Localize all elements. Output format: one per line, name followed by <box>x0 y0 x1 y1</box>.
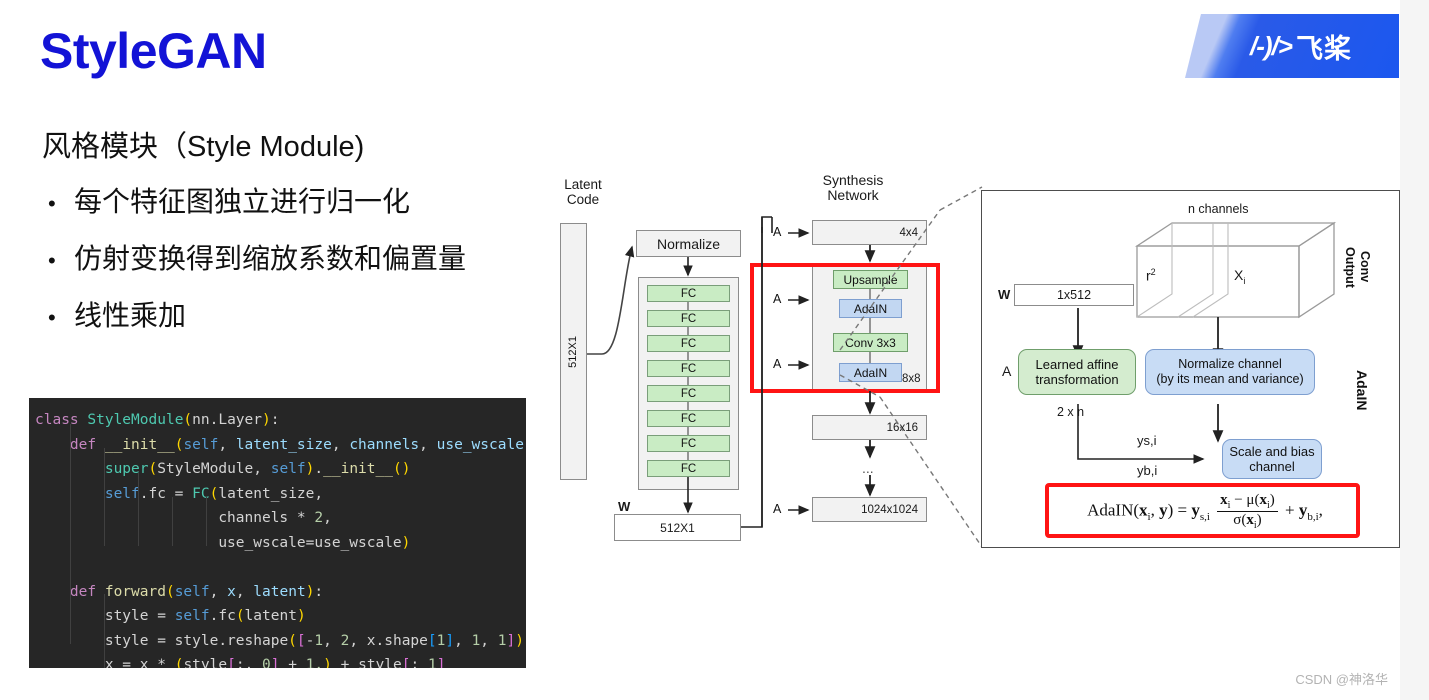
code-line: super(StyleModule, self).__init__() <box>104 461 411 477</box>
conv-output-label: Conv Output <box>1343 246 1372 288</box>
code-line: self.fc = FC(latent_size, <box>104 485 324 502</box>
code-line: def __init__(self, latent_size, channels… <box>69 436 526 453</box>
w-prime-label: W <box>998 287 1011 302</box>
slide-canvas: StyleGAN /-)/> 飞桨 风格模块（Style Module) • 每… <box>0 0 1400 700</box>
code-line: x = x * (style[:, 0] + 1.) + style[: 1] <box>104 657 446 668</box>
code-block: class StyleModule(nn.Layer): def __init_… <box>29 398 526 668</box>
a-label: A <box>1002 363 1012 379</box>
code-line: channels * 2, <box>218 510 332 526</box>
bullet-marker-icon: • <box>48 191 56 216</box>
page-title: StyleGAN <box>40 23 267 79</box>
watermark: CSDN @神洛华 <box>1295 672 1388 687</box>
adain-detail-panel: n channels r2 Xi Conv Output AdaIN W 1x5… <box>981 190 1400 548</box>
code-line: class StyleModule(nn.Layer): <box>35 412 280 428</box>
code-line: def forward(self, x, latent): <box>69 583 324 600</box>
scale-bias-box: Scale and bias channel <box>1222 439 1322 479</box>
yb-label: yb,i <box>1137 463 1158 478</box>
bullet-item: • 线性乘加 <box>48 294 186 334</box>
bullet-text: 仿射变换得到缩放系数和偏置量 <box>74 243 467 274</box>
r-squared-label: r2 <box>1146 267 1156 284</box>
bullet-text: 每个特征图独立进行归一化 <box>74 186 411 217</box>
paddlepaddle-logo: /-)/> 飞桨 <box>1185 14 1399 78</box>
bullet-marker-icon: • <box>48 248 56 273</box>
bullet-text: 线性乘加 <box>74 300 187 331</box>
w-1x512-box: 1x512 <box>1014 284 1134 306</box>
bullet-item: • 每个特征图独立进行归一化 <box>48 180 410 220</box>
logo-label: /-)/> 飞桨 <box>1185 14 1399 78</box>
code-line: style = style.reshape([-1, 2, x.shape[1]… <box>104 632 524 649</box>
learned-affine-box: Learned affine transformation <box>1018 349 1136 395</box>
bullet-marker-icon: • <box>48 305 56 330</box>
code-line: use_wscale=use_wscale) <box>218 534 411 551</box>
ys-label: ys,i <box>1137 433 1157 448</box>
logo-text-cn: 飞桨 <box>1295 33 1352 64</box>
section-subtitle: 风格模块（Style Module) <box>42 131 365 163</box>
adain-vertical-label: AdaIN <box>1354 369 1370 411</box>
stylegan-architecture-diagram: Latent Code 512X1 Normalize FC FC FC FC F… <box>540 165 1400 565</box>
bullet-item: • 仿射变换得到缩放系数和偏置量 <box>48 237 466 277</box>
paddle-mark-icon: /-)/> <box>1250 30 1293 61</box>
xi-label: Xi <box>1234 267 1246 286</box>
normalize-channel-box: Normalize channel (by its mean and varian… <box>1145 349 1315 395</box>
adain-formula: AdaIN(xi, y) = ys,i xi − μ(xi) σ(xi) + y… <box>1087 491 1323 531</box>
code-line: style = self.fc(latent) <box>104 608 306 624</box>
two-x-n-label: 2 x n <box>1057 405 1085 419</box>
